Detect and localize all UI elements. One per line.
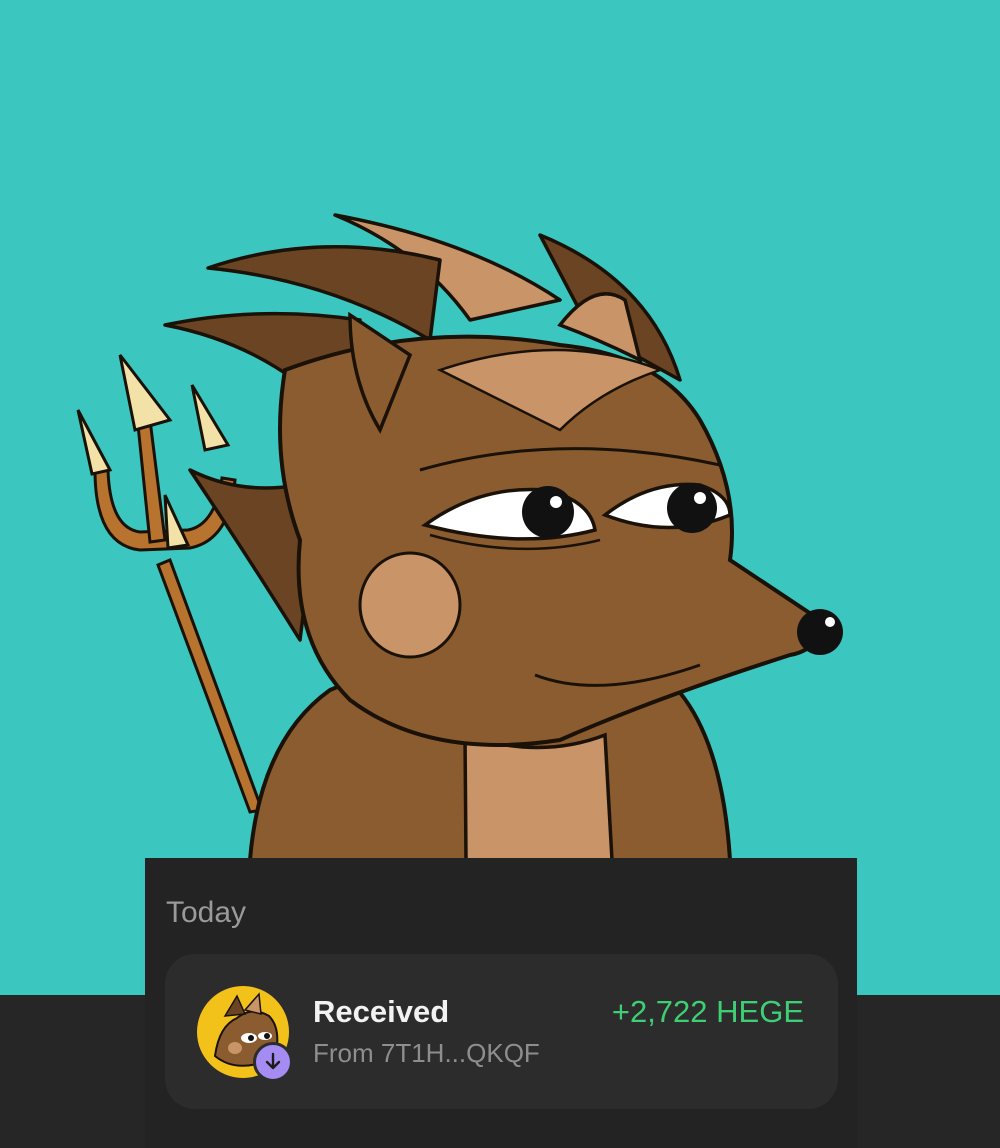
hedgehog-illustration [76,213,843,862]
section-label-today: Today [166,896,247,929]
trident-icon [76,354,265,814]
arrow-down-icon [253,1042,293,1082]
activity-panel: Today Received From 7T1H...QKQF +2,722 H… [145,858,857,1148]
transaction-amount: +2,722 HEGE [611,994,804,1029]
transaction-item[interactable]: Received From 7T1H...QKQF +2,722 HEGE [165,954,838,1109]
transaction-title: Received [313,994,450,1029]
transaction-sender: From 7T1H...QKQF [313,1038,540,1068]
